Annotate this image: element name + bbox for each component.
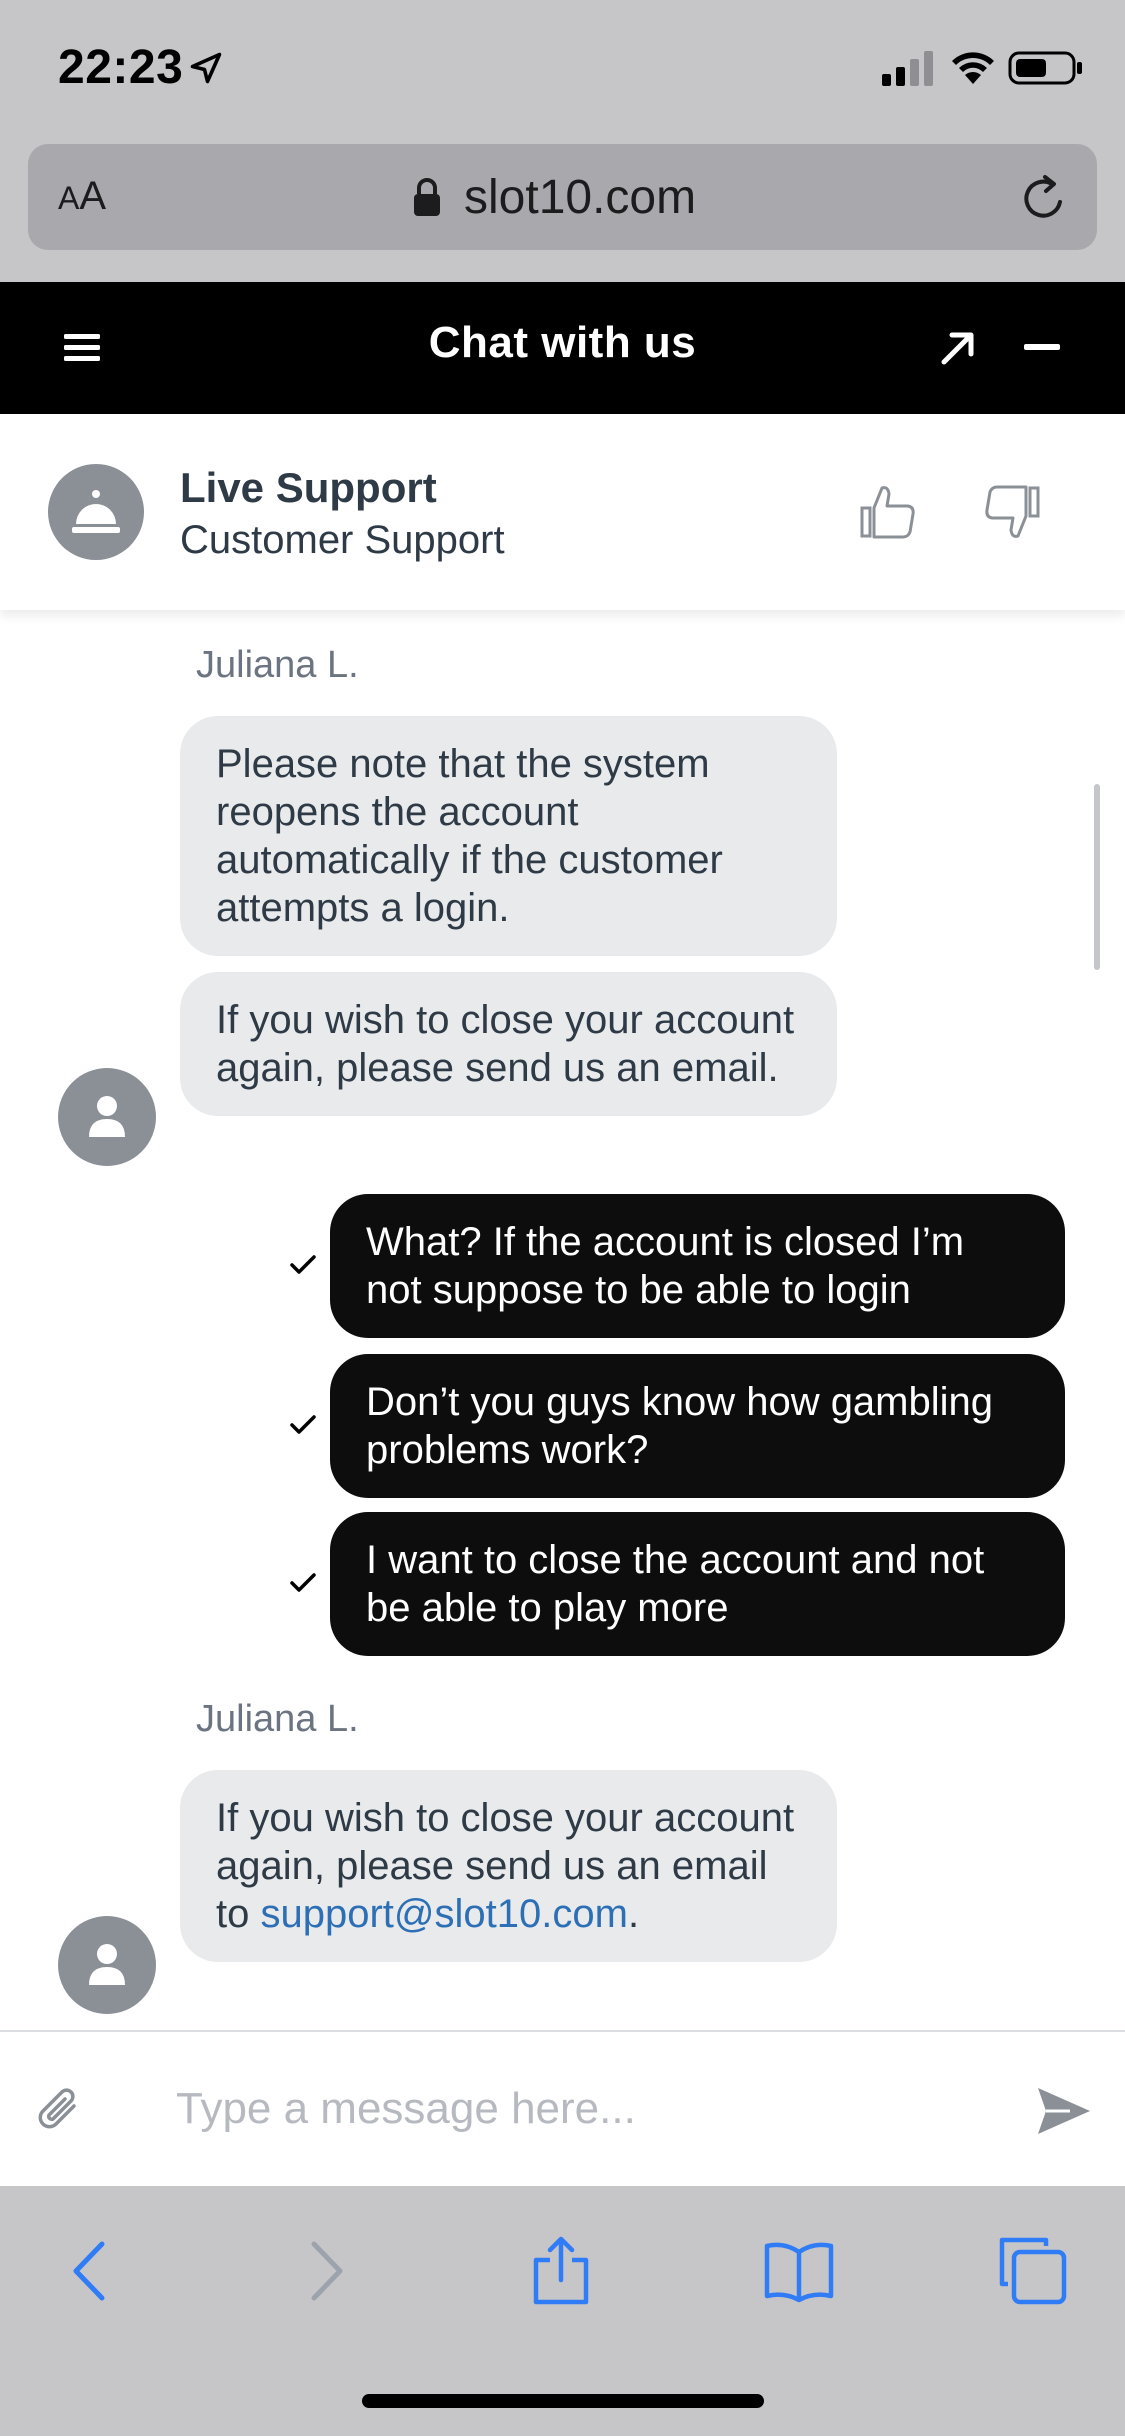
outgoing-message: Don’t you guys know how gambling problem…	[330, 1354, 1065, 1498]
message-sender: Juliana L.	[196, 644, 359, 686]
minimize-icon[interactable]	[1024, 344, 1060, 350]
agent-avatar	[48, 464, 144, 560]
message-composer	[0, 2030, 1125, 2186]
agent-message-avatar	[58, 1916, 156, 2014]
agent-message-avatar	[58, 1068, 156, 1166]
share-icon[interactable]	[526, 2236, 596, 2306]
status-time: 22:23	[58, 41, 184, 94]
agent-info-bar: Live Support Customer Support	[0, 414, 1125, 610]
incoming-message: If you wish to close your account again,…	[180, 972, 837, 1116]
location-arrow-icon	[190, 52, 222, 84]
chat-header: Chat with us	[0, 282, 1125, 414]
check-icon	[290, 1573, 316, 1592]
battery-icon	[1008, 51, 1082, 85]
tabs-icon[interactable]	[998, 2236, 1068, 2306]
outgoing-message: What? If the account is closed I’m not s…	[330, 1194, 1065, 1338]
address-bar[interactable]: AA slot10.com	[28, 144, 1097, 250]
expand-icon[interactable]	[936, 326, 980, 370]
reload-icon[interactable]	[1018, 172, 1070, 224]
back-icon[interactable]	[56, 2236, 126, 2306]
reader-text-size-button[interactable]: AA	[58, 174, 106, 219]
message-scrollbar[interactable]	[1094, 784, 1100, 970]
agent-name: Live Support	[180, 464, 437, 511]
url-text[interactable]: slot10.com	[464, 170, 696, 225]
support-email-link[interactable]: support@slot10.com	[260, 1892, 627, 1936]
user-icon	[89, 1096, 125, 1137]
user-icon	[89, 1944, 125, 1985]
signal-icon	[882, 51, 933, 86]
check-icon	[290, 1415, 316, 1434]
thumbs-down-icon[interactable]	[982, 482, 1042, 542]
home-indicator[interactable]	[362, 2394, 764, 2408]
bookmarks-icon[interactable]	[764, 2236, 834, 2306]
status-bar: 22:23	[0, 0, 1125, 140]
wifi-icon	[952, 52, 994, 84]
outgoing-message: I want to close the account and not be a…	[330, 1512, 1065, 1656]
phone-screen: 22:23 AA slot10.com Chat with us Live Su…	[0, 0, 1125, 2436]
bell-icon	[72, 490, 120, 533]
incoming-message: If you wish to close your account again,…	[180, 1770, 837, 1962]
message-sender: Juliana L.	[196, 1698, 359, 1740]
forward-icon[interactable]	[290, 2236, 360, 2306]
send-icon[interactable]	[1036, 2086, 1092, 2136]
attach-icon[interactable]	[36, 2086, 84, 2134]
thumbs-up-icon[interactable]	[858, 482, 918, 542]
agent-role: Customer Support	[180, 518, 505, 562]
check-icon	[290, 1255, 316, 1274]
lock-icon	[414, 178, 440, 216]
incoming-message: Please note that the system reopens the …	[180, 716, 837, 956]
message-list[interactable]: Juliana L. Please note that the system r…	[0, 610, 1125, 2030]
message-input[interactable]	[176, 2074, 996, 2144]
